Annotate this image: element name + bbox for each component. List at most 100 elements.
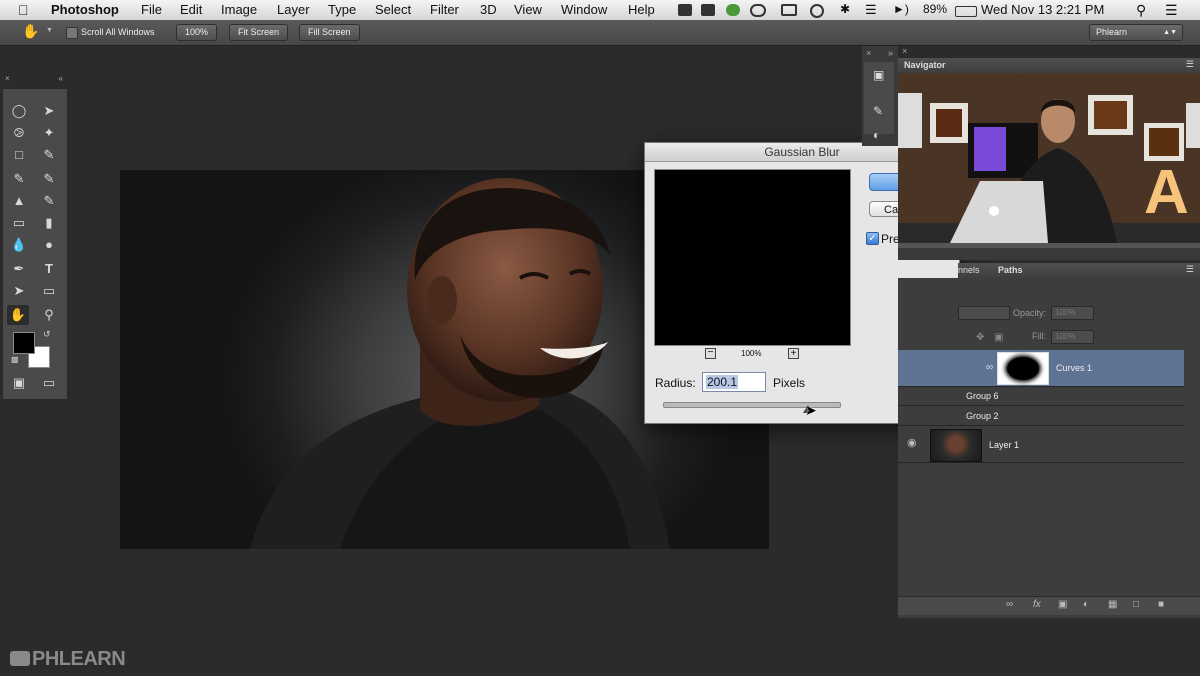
spotlight-search-icon[interactable]: ⚲ [1136, 2, 1146, 19]
brush-tool-icon[interactable]: ✎ [38, 169, 60, 189]
trash-icon[interactable]: ■ [1158, 599, 1164, 610]
time-machine-icon[interactable] [810, 4, 824, 18]
adjustments-panel-icon[interactable]: ◐ [873, 128, 880, 142]
clone-stamp-icon[interactable]: ▲ [8, 191, 30, 211]
pen-tool-icon[interactable]: ✒ [8, 259, 30, 279]
menu-select[interactable]: Select [375, 2, 411, 17]
default-colors-icon[interactable]: ▩ [11, 355, 19, 364]
bluetooth-icon[interactable]: ✱ [840, 2, 850, 16]
menu-filter[interactable]: Filter [430, 2, 459, 17]
screen-mode-icon[interactable]: ▭ [38, 373, 60, 393]
workspace-select[interactable]: Phlearn ▲▼ [1089, 24, 1183, 41]
menu-image[interactable]: Image [221, 2, 257, 17]
paths-tab[interactable]: Paths [998, 265, 1023, 275]
layer-thumbnail[interactable] [930, 429, 982, 462]
opacity-input[interactable]: 100% [1051, 306, 1094, 320]
layer-row-curves-1[interactable]: ∞ Curves 1 [898, 350, 1184, 387]
link-layers-icon[interactable]: ∞ [1006, 599, 1013, 610]
hand-tool-icon[interactable]: ✋ [22, 23, 39, 40]
close-icon[interactable]: × [866, 48, 871, 58]
marquee-tool-icon[interactable]: ◯ [8, 101, 30, 121]
hand-tool-icon[interactable]: ✋ [7, 305, 29, 325]
blend-mode-select[interactable] [958, 306, 1010, 320]
collapse-icon[interactable]: « [59, 74, 63, 83]
menu-file[interactable]: File [141, 2, 162, 17]
foreground-color-swatch[interactable] [13, 332, 35, 354]
radius-input[interactable]: 200.1 [702, 372, 766, 392]
navigator-tab[interactable]: Navigator [904, 60, 946, 70]
menu-type[interactable]: Type [328, 2, 356, 17]
fill-label: Fill: [1032, 331, 1046, 341]
wifi-icon[interactable]: ☰ [865, 2, 877, 18]
preview-checkbox[interactable]: ✓ [866, 232, 879, 245]
menu-help[interactable]: Help [628, 2, 655, 17]
menu-3d[interactable]: 3D [480, 2, 497, 17]
adjustment-layer-icon[interactable]: ◐ [1083, 599, 1089, 610]
visibility-eye-icon[interactable]: ◉ [907, 436, 917, 449]
close-icon[interactable]: × [902, 46, 907, 56]
blur-tool-icon[interactable]: 💧 [8, 235, 30, 255]
layer-row-group-2[interactable]: Group 2 [898, 406, 1184, 426]
apple-icon[interactable]:  [18, 2, 29, 18]
lock-move-icon[interactable]: ✥ [976, 332, 984, 343]
gradient-tool-icon[interactable]: ▮ [38, 213, 60, 233]
zoom-out-icon[interactable]: − [705, 348, 716, 359]
channels-tab[interactable]: nnels [958, 265, 980, 275]
panel-menu-icon[interactable]: ☰ [1186, 59, 1194, 70]
eyedropper-icon[interactable]: ✎ [38, 145, 60, 165]
panel-menu-icon[interactable]: ☰ [1186, 264, 1194, 275]
swap-colors-icon[interactable]: ↺ [43, 329, 51, 340]
scroll-all-windows-checkbox[interactable] [66, 27, 78, 39]
quick-mask-icon[interactable]: ▣ [8, 373, 30, 393]
menu-edit[interactable]: Edit [180, 2, 202, 17]
lasso-tool-icon[interactable]: ⧁ [8, 123, 30, 143]
tool-preset-chevron-down-icon[interactable]: ▼ [46, 27, 53, 34]
menu-app-name[interactable]: Photoshop [51, 2, 119, 17]
new-layer-icon[interactable]: □ [1133, 599, 1139, 610]
add-mask-icon[interactable]: ▣ [1058, 599, 1067, 610]
crop-tool-icon[interactable]: □ [8, 145, 30, 165]
magic-wand-icon[interactable]: ✦ [38, 123, 60, 143]
mask-link-icon[interactable]: ∞ [986, 362, 993, 373]
zoom-100-button[interactable]: 100% [176, 24, 218, 41]
dodge-tool-icon[interactable]: ● [38, 235, 60, 255]
evernote-icon[interactable] [701, 4, 715, 16]
blur-preview-area[interactable] [654, 169, 851, 346]
history-panel-icon[interactable]: ▣ [873, 68, 884, 82]
status-icon-1[interactable] [678, 4, 692, 16]
new-group-icon[interactable]: ▦ [1108, 599, 1117, 610]
fit-screen-button[interactable]: Fit Screen [229, 24, 289, 41]
battery-icon[interactable] [955, 6, 977, 17]
layer-row-group-6[interactable]: Group 6 [898, 386, 1184, 406]
eraser-tool-icon[interactable]: ▭ [8, 213, 30, 233]
notification-center-icon[interactable]: ☰ [1165, 2, 1178, 19]
cancel-button[interactable]: Ca [869, 201, 899, 217]
fill-value: 100% [1055, 332, 1076, 341]
type-tool-icon[interactable]: T [38, 259, 60, 279]
zoom-tool-icon[interactable]: ⚲ [38, 305, 60, 325]
menu-layer[interactable]: Layer [277, 2, 310, 17]
fx-icon[interactable]: fx [1033, 599, 1041, 610]
fill-screen-button[interactable]: Fill Screen [299, 24, 360, 41]
collapse-icon[interactable]: » [888, 48, 893, 58]
lock-all-icon[interactable]: ▣ [994, 332, 1003, 343]
clock[interactable]: Wed Nov 13 2:21 PM [981, 2, 1104, 17]
history-brush-icon[interactable]: ✎ [38, 191, 60, 211]
menu-view[interactable]: View [514, 2, 542, 17]
layer-mask-thumbnail[interactable] [997, 352, 1049, 385]
volume-icon[interactable]: ►) [893, 2, 909, 16]
airplay-icon[interactable] [781, 4, 797, 16]
leaf-icon[interactable] [726, 4, 740, 16]
shape-tool-icon[interactable]: ▭ [38, 281, 60, 301]
layer-row-layer-1[interactable]: ◉ Layer 1 [898, 426, 1184, 463]
move-tool-icon[interactable]: ➤ [38, 101, 60, 121]
battery-percent[interactable]: 89% [923, 2, 947, 16]
path-selection-icon[interactable]: ➤ [8, 281, 30, 301]
fill-input[interactable]: 100% [1051, 330, 1094, 344]
menu-window[interactable]: Window [561, 2, 607, 17]
zoom-in-icon[interactable]: + [788, 348, 799, 359]
close-icon[interactable]: × [5, 74, 10, 83]
healing-brush-icon[interactable]: ✎ [8, 169, 30, 189]
brush-panel-icon[interactable]: ✎ [873, 104, 883, 118]
creative-cloud-icon[interactable] [750, 4, 766, 17]
